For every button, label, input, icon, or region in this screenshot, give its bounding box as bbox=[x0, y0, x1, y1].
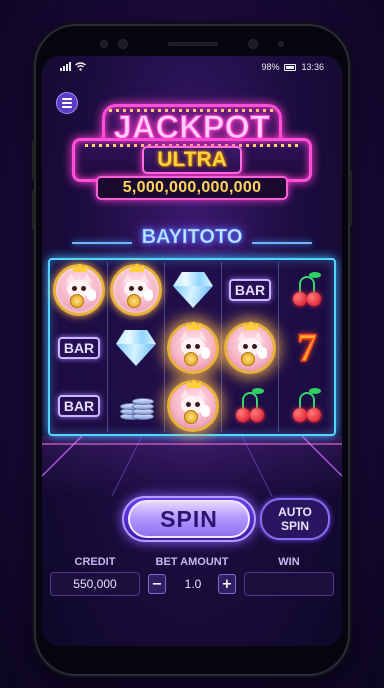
reel-symbol-coins bbox=[108, 377, 164, 435]
sensor-dot bbox=[278, 41, 284, 47]
bet-amount-label: BET AMOUNT bbox=[155, 556, 229, 568]
signal-icon bbox=[60, 62, 71, 71]
bet-increase-button[interactable]: + bbox=[218, 574, 236, 594]
reel-symbol-bar: BAR bbox=[51, 319, 107, 377]
jackpot-subtitle: ULTRA bbox=[157, 148, 227, 171]
reel-symbol-bar: BAR bbox=[51, 377, 107, 435]
bar-icon: BAR bbox=[58, 337, 100, 359]
reel-symbol-lucky-cat bbox=[222, 319, 278, 377]
speaker-grille bbox=[168, 42, 218, 46]
floor-lines bbox=[42, 436, 342, 496]
front-camera bbox=[248, 39, 258, 49]
clock: 13:36 bbox=[301, 62, 324, 72]
lucky-cat-icon bbox=[224, 321, 276, 374]
diamond-icon bbox=[171, 270, 215, 310]
battery-percent: 98% bbox=[261, 62, 280, 72]
hamburger-icon bbox=[62, 98, 72, 100]
coin-stack-icon bbox=[116, 389, 156, 423]
auto-spin-label-line2: SPIN bbox=[280, 519, 309, 533]
credit-label: CREDIT bbox=[74, 556, 116, 568]
reel-symbol-cherries bbox=[279, 261, 335, 319]
diamond-icon bbox=[114, 328, 158, 368]
game-screen: 98% 13:36 JACKPOT ULTRA 5,000,000,000,00… bbox=[42, 56, 342, 646]
lucky-cat-icon bbox=[167, 321, 219, 374]
brand-title: BAYITOTO bbox=[141, 226, 243, 249]
reel-symbol-cherries bbox=[222, 377, 278, 435]
cherries-icon bbox=[287, 386, 327, 426]
jackpot-amount: 5,000,000,000,000 bbox=[122, 179, 262, 196]
reel-symbol-cherries bbox=[279, 377, 335, 435]
auto-spin-label-line1: AUTO bbox=[278, 505, 312, 519]
reel-symbol-lucky-cat bbox=[165, 377, 221, 435]
sensor-dot bbox=[100, 40, 108, 48]
cherries-icon bbox=[287, 270, 327, 310]
reel-symbol-diamond bbox=[108, 319, 164, 377]
bet-amount-value: 1.0 bbox=[184, 577, 202, 591]
bar-icon: BAR bbox=[58, 395, 100, 417]
jackpot-sign: JACKPOT ULTRA 5,000,000,000,000 bbox=[72, 104, 312, 202]
bet-decrease-button[interactable]: − bbox=[148, 574, 166, 594]
cherries-icon bbox=[230, 386, 270, 426]
status-bar: 98% 13:36 bbox=[42, 56, 342, 78]
stage-floor bbox=[42, 436, 342, 496]
reel-symbol-seven: 7 bbox=[279, 319, 335, 377]
phone-power-button bbox=[349, 170, 352, 226]
reel-symbol-diamond bbox=[165, 261, 221, 319]
phone-top-bezel bbox=[48, 34, 336, 50]
spin-button[interactable]: SPIN bbox=[128, 500, 250, 538]
jackpot-title: JACKPOT bbox=[113, 109, 271, 146]
lucky-cat-icon bbox=[53, 263, 105, 316]
battery-icon bbox=[284, 63, 297, 71]
lucky-cat-icon bbox=[110, 263, 162, 316]
auto-spin-button[interactable]: AUTO SPIN bbox=[260, 498, 330, 540]
phone-side-button bbox=[32, 190, 35, 230]
win-label: WIN bbox=[278, 556, 300, 568]
sensor-dot bbox=[118, 39, 128, 49]
credit-value: 550,000 bbox=[50, 572, 140, 596]
reel-panel: BAR BAR BAR 7 bbox=[48, 258, 336, 436]
reel-symbol-lucky-cat bbox=[108, 261, 164, 319]
lucky-cat-icon bbox=[167, 379, 219, 432]
phone-side-button bbox=[32, 140, 35, 180]
seven-icon: 7 bbox=[296, 325, 318, 370]
wifi-icon bbox=[75, 62, 86, 71]
reel-symbol-lucky-cat bbox=[51, 261, 107, 319]
win-value bbox=[244, 572, 334, 596]
reel-symbol-bar: BAR bbox=[222, 261, 278, 319]
bar-icon: BAR bbox=[229, 279, 271, 301]
reel-symbol-lucky-cat bbox=[165, 319, 221, 377]
